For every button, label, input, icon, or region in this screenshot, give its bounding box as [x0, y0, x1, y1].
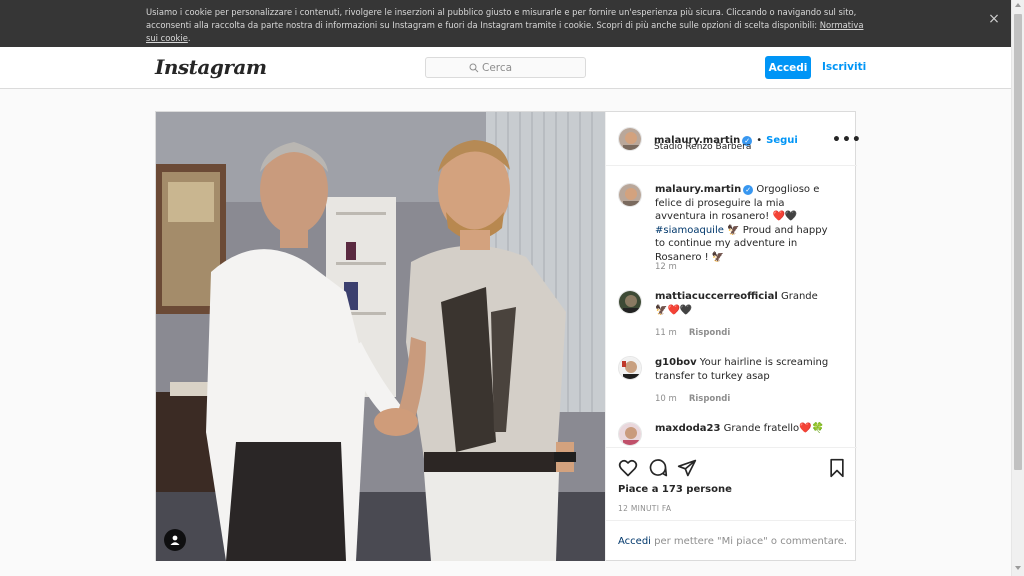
- search-input[interactable]: [482, 61, 542, 74]
- scrollbar[interactable]: [1011, 0, 1024, 576]
- hashtag-link[interactable]: #siamoaquile: [655, 225, 724, 236]
- comment-time: 11 m: [655, 328, 677, 338]
- comments-list[interactable]: malaury.martin ✓ Orgoglioso e felice di p…: [606, 167, 857, 447]
- verified-icon: ✓: [743, 185, 754, 195]
- reply-button[interactable]: Rispondi: [689, 328, 731, 338]
- avatar-image: [619, 357, 641, 379]
- comment-emoji: 🦅❤️🖤: [655, 304, 693, 316]
- caption-username[interactable]: malaury.martin: [655, 184, 741, 195]
- avatar-image: [619, 128, 641, 150]
- comment-text: g10bov Your hairline is screaming transf…: [655, 356, 830, 383]
- avatar-image: [619, 291, 641, 313]
- likes-count[interactable]: Piace a 173 persone: [618, 484, 732, 495]
- comment-icon[interactable]: [648, 458, 668, 478]
- comment-meta: 10 m Rispondi: [655, 394, 730, 404]
- user-tag-icon[interactable]: [164, 529, 186, 551]
- top-nav: Instagram Accedi Iscriviti: [0, 47, 1011, 89]
- caption-emoji-2: 🦅: [727, 224, 740, 236]
- post-photo[interactable]: [156, 112, 605, 561]
- comment-time: 10 m: [655, 394, 677, 404]
- comment-emoji: ❤️🍀: [799, 423, 825, 434]
- heart-icon[interactable]: [618, 458, 638, 478]
- bookmark-icon[interactable]: [827, 458, 847, 478]
- comment-meta: 11 m Rispondi: [655, 328, 730, 338]
- avatar-image: [619, 184, 641, 206]
- comment-username[interactable]: g10bov: [655, 357, 697, 368]
- photo-illustration: [156, 112, 605, 561]
- avatar[interactable]: [618, 356, 642, 380]
- avatar[interactable]: [618, 422, 642, 446]
- post-header: malaury.martin ✓ • Segui Stadio Renzo Barbe…: [606, 112, 861, 166]
- instagram-logo[interactable]: Instagram: [155, 55, 267, 79]
- location-link[interactable]: Stadio Renzo Barbera: [654, 142, 751, 152]
- avatar-image: [619, 423, 641, 445]
- comment-message: Grande: [777, 291, 818, 302]
- caption-text: malaury.martin ✓ Orgoglioso e felice di p…: [655, 183, 830, 264]
- comment-username[interactable]: mattiacuccerreofficial: [655, 291, 778, 302]
- signup-link[interactable]: Iscriviti: [822, 61, 866, 73]
- post-timestamp: 12 MINUTI FA: [618, 504, 672, 513]
- caption-emoji-3: 🦅: [711, 251, 725, 263]
- login-prompt: Accedi per mettere "Mi piace" o commenta…: [606, 520, 857, 561]
- cookie-text: Usiamo i cookie per personalizzare i con…: [146, 6, 866, 45]
- comment-username[interactable]: maxdoda23: [655, 423, 720, 434]
- reply-button[interactable]: Rispondi: [689, 394, 731, 404]
- action-bar: Piace a 173 persone 12 MINUTI FA Accedi …: [606, 447, 857, 560]
- search-box[interactable]: [425, 57, 586, 78]
- avatar[interactable]: [618, 183, 642, 207]
- cookie-after-link: .: [187, 33, 191, 43]
- comment-text: maxdoda23 Grande fratello❤️🍀: [655, 422, 830, 436]
- cookie-banner: Usiamo i cookie per personalizzare i con…: [0, 0, 1011, 47]
- follow-button[interactable]: Segui: [766, 135, 798, 146]
- search-icon: [469, 63, 479, 72]
- login-link[interactable]: Accedi: [618, 536, 651, 547]
- caption-emoji-1: ❤️🖤: [772, 211, 798, 222]
- user-tag-glyph: [170, 535, 180, 545]
- scroll-down-icon[interactable]: [1015, 566, 1021, 570]
- scrollbar-thumb[interactable]: [1014, 14, 1022, 470]
- login-prompt-text: per mettere "Mi piace" o commentare.: [650, 536, 848, 547]
- cookie-message: Usiamo i cookie per personalizzare i con…: [146, 7, 857, 30]
- post-sidebar: malaury.martin ✓ • Segui Stadio Renzo Barbe…: [605, 112, 861, 561]
- more-icon[interactable]: •••: [832, 132, 862, 148]
- share-icon[interactable]: [677, 458, 697, 478]
- post-card: malaury.martin ✓ • Segui Stadio Renzo Barbe…: [155, 111, 861, 561]
- login-button[interactable]: Accedi: [765, 56, 811, 79]
- separator-dot: •: [756, 135, 763, 146]
- avatar[interactable]: [618, 127, 642, 151]
- comment-message: Grande fratello: [720, 423, 800, 434]
- avatar[interactable]: [618, 290, 642, 314]
- scroll-up-icon[interactable]: [1015, 3, 1021, 7]
- caption-time: 12 m: [655, 262, 677, 272]
- comment-text: mattiacuccerreofficial Grande 🦅❤️🖤: [655, 290, 830, 317]
- close-icon[interactable]: ×: [987, 12, 1001, 26]
